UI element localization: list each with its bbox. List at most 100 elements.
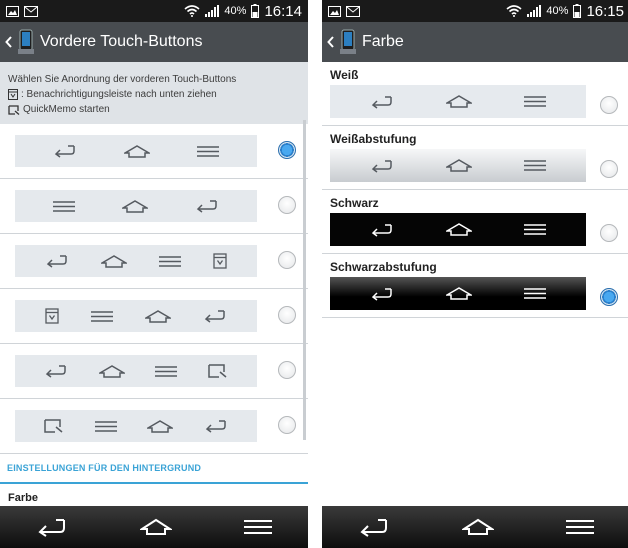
page-title: Farbe — [362, 33, 404, 50]
color-option-weiss[interactable]: Weiß — [322, 62, 628, 126]
back-icon — [370, 287, 394, 301]
radio-button[interactable] — [278, 361, 296, 379]
quickmemo-icon — [44, 419, 64, 433]
color-option-schwarz[interactable]: Schwarz — [322, 190, 628, 254]
left-screen: 40% 16:14 Vordere Touch-Buttons Wählen S… — [0, 0, 308, 548]
button-preview-bar — [15, 135, 257, 167]
image-notification-icon — [328, 5, 341, 17]
status-bar: 40% 16:14 — [0, 0, 308, 22]
back-icon — [370, 223, 394, 237]
color-option-weissgrad[interactable]: Weißabstufung — [322, 126, 628, 190]
right-screen: 40% 16:15 Farbe Weiß Weißabstufung Schwarz… — [322, 0, 628, 548]
navigation-bar — [322, 506, 628, 548]
action-bar: Vordere Touch-Buttons — [0, 22, 308, 62]
scrollbar[interactable] — [303, 120, 306, 440]
color-preview-bar — [330, 277, 586, 310]
clock: 16:14 — [264, 2, 302, 20]
page-title: Vordere Touch-Buttons — [40, 33, 203, 50]
chevron-left-icon[interactable] — [2, 36, 16, 48]
quickmemo-icon — [8, 104, 20, 115]
layout-option-6[interactable] — [0, 399, 308, 454]
description-text: QuickMemo starten — [23, 104, 110, 115]
color-option-label: Schwarz — [330, 196, 379, 210]
back-icon — [45, 254, 69, 268]
home-icon — [446, 95, 472, 108]
button-preview-bar — [15, 245, 257, 277]
description-text: : Benachrichtigungsleiste nach unten zie… — [21, 89, 217, 100]
notification-icon — [213, 253, 227, 269]
menu-icon — [155, 365, 178, 377]
layout-option-3[interactable] — [0, 234, 308, 289]
home-icon — [101, 254, 127, 268]
chevron-left-icon[interactable] — [324, 36, 338, 48]
description-line: QuickMemo starten — [8, 102, 300, 117]
description-line: : Benachrichtigungsleiste nach unten zie… — [8, 87, 300, 102]
menu-icon[interactable] — [244, 519, 272, 535]
home-icon — [123, 144, 150, 158]
layout-options-list — [0, 124, 308, 454]
color-preview-bar — [330, 213, 586, 246]
back-icon[interactable] — [358, 517, 390, 537]
back-icon — [204, 419, 228, 433]
layout-option-5[interactable] — [0, 344, 308, 399]
radio-button[interactable] — [600, 288, 618, 306]
layout-option-1[interactable] — [0, 124, 308, 179]
radio-button[interactable] — [278, 416, 296, 434]
radio-button[interactable] — [278, 196, 296, 214]
menu-icon — [197, 145, 220, 157]
mail-notification-icon — [24, 5, 38, 17]
battery-percent: 40% — [546, 5, 569, 17]
radio-button[interactable] — [600, 96, 618, 114]
phone-icon[interactable] — [340, 29, 356, 55]
layout-option-4[interactable] — [0, 289, 308, 344]
back-icon — [44, 364, 68, 378]
home-icon — [98, 364, 125, 378]
color-option-label: Weiß — [330, 68, 359, 82]
list-item-farbe[interactable]: Farbe — [0, 484, 308, 504]
clock: 16:15 — [586, 2, 624, 20]
home-icon — [446, 159, 472, 172]
color-option-label: Weißabstufung — [330, 132, 417, 146]
phone-icon[interactable] — [18, 29, 34, 55]
menu-icon — [94, 420, 117, 432]
layout-option-2[interactable] — [0, 179, 308, 234]
wifi-icon — [184, 5, 200, 17]
description: Wählen Sie Anordnung der vorderen Touch-… — [0, 62, 308, 124]
button-preview-bar — [15, 410, 257, 442]
battery-percent: 40% — [224, 5, 247, 17]
description-line: Wählen Sie Anordnung der vorderen Touch-… — [8, 74, 237, 85]
notification-icon — [45, 308, 59, 324]
notification-icon — [8, 89, 18, 100]
color-option-schwarzgrad[interactable]: Schwarzabstufung — [322, 254, 628, 318]
home-icon — [446, 223, 472, 236]
color-preview-bar — [330, 149, 586, 182]
menu-icon — [52, 200, 75, 212]
radio-button[interactable] — [278, 251, 296, 269]
menu-icon — [159, 255, 181, 267]
action-bar: Farbe — [322, 22, 628, 62]
button-preview-bar — [15, 190, 257, 222]
menu-icon[interactable] — [566, 519, 594, 535]
battery-icon — [251, 4, 260, 18]
wifi-icon — [506, 5, 522, 17]
home-icon — [147, 419, 174, 433]
section-header: EINSTELLUNGEN FÜR DEN HINTERGRUND — [0, 454, 308, 484]
back-icon — [53, 144, 77, 158]
menu-icon — [524, 160, 546, 171]
status-bar: 40% 16:15 — [322, 0, 628, 22]
radio-button[interactable] — [278, 141, 296, 159]
back-icon — [370, 95, 394, 109]
button-preview-bar — [15, 300, 257, 332]
menu-icon — [524, 288, 546, 299]
radio-button[interactable] — [600, 160, 618, 178]
navigation-bar — [0, 506, 308, 548]
signal-icon — [205, 5, 220, 17]
menu-icon — [524, 96, 546, 107]
home-icon[interactable] — [462, 518, 494, 536]
back-icon — [203, 309, 227, 323]
home-icon[interactable] — [140, 518, 172, 536]
radio-button[interactable] — [600, 224, 618, 242]
quickmemo-icon — [208, 364, 228, 378]
radio-button[interactable] — [278, 306, 296, 324]
back-icon[interactable] — [36, 517, 68, 537]
